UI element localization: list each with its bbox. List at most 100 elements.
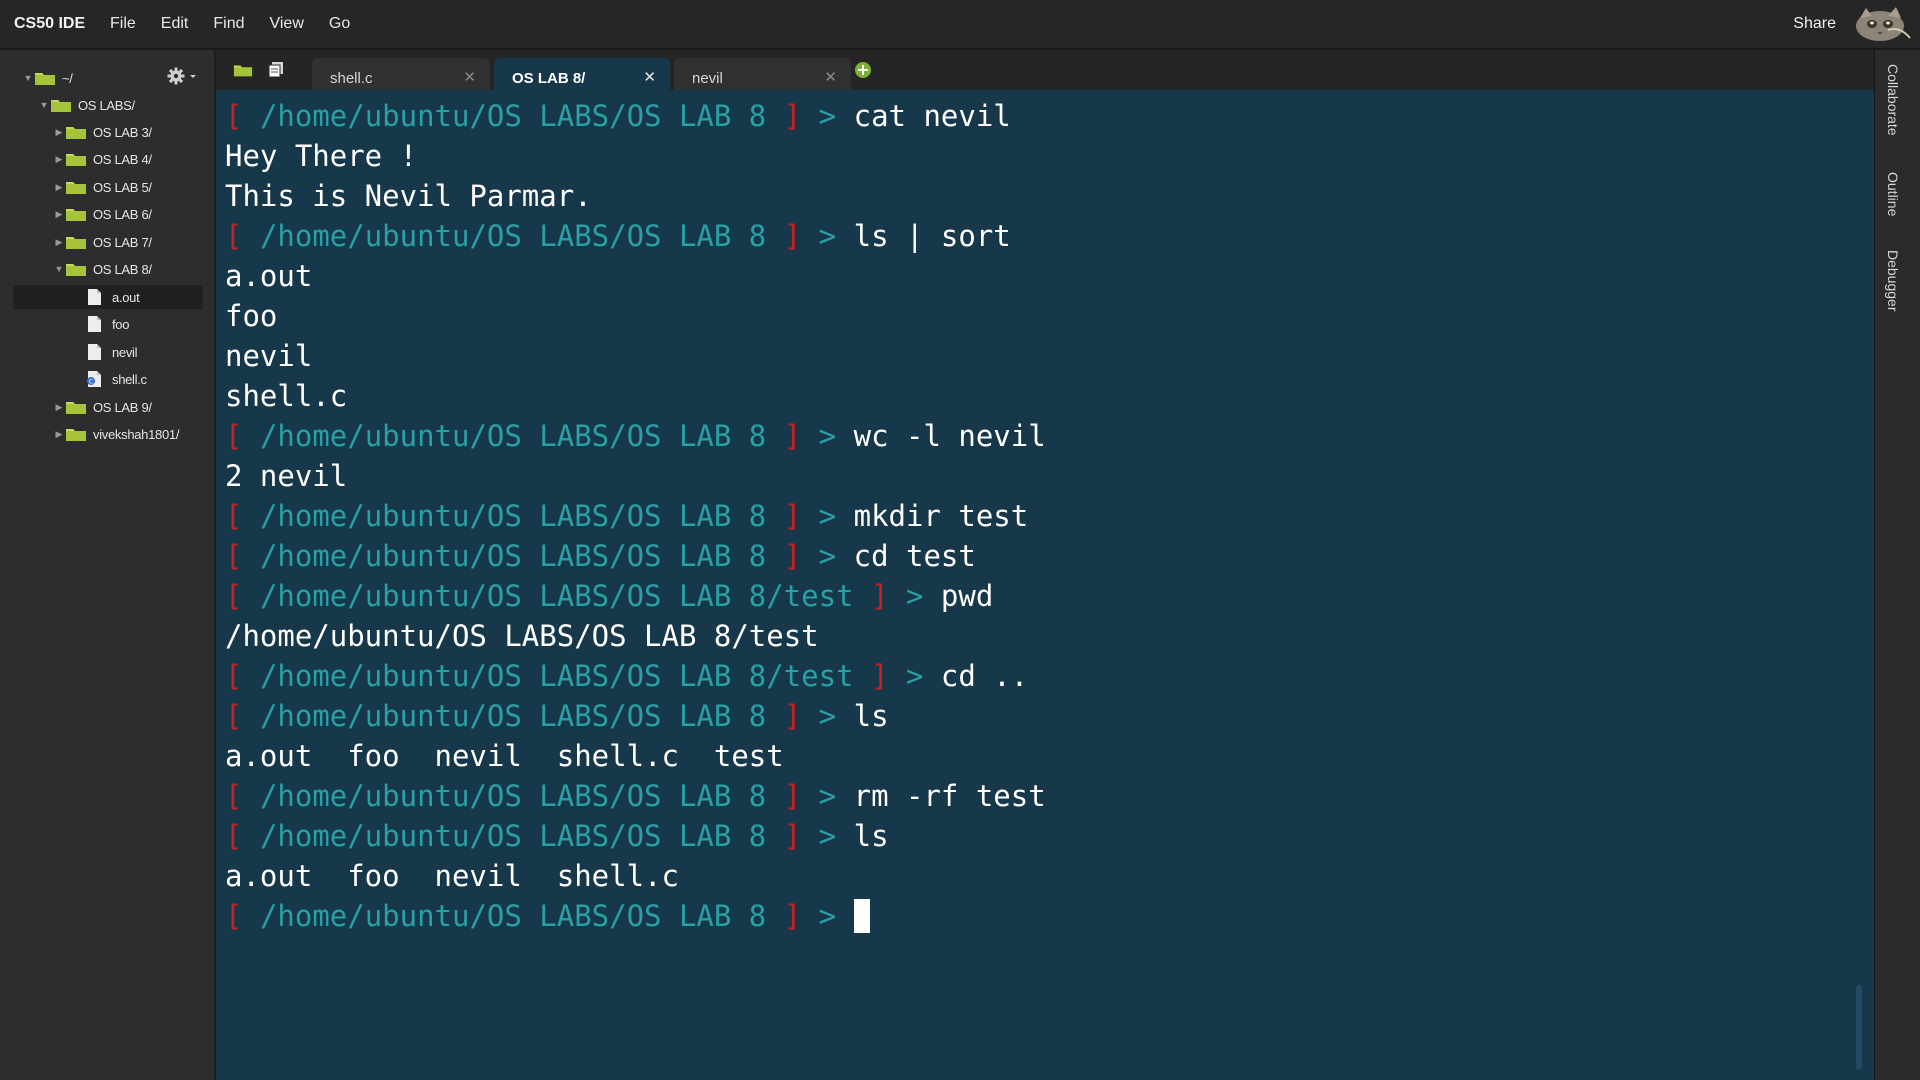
prompt-close-bracket: ] <box>783 99 802 133</box>
app-brand: CS50 IDE <box>14 15 86 32</box>
output-text: a.out foo nevil shell.c test <box>225 739 784 773</box>
prompt-path: /home/ubuntu/OS LABS/OS LAB 8 <box>259 779 767 813</box>
close-icon[interactable]: ✕ <box>463 68 476 86</box>
terminal-cursor[interactable] <box>853 899 870 933</box>
triangle-down-icon[interactable]: ▼ <box>38 100 50 110</box>
triangle-right-icon[interactable]: ▶ <box>53 237 65 248</box>
prompt-close-bracket: ] <box>871 659 889 693</box>
prompt-caret: > <box>818 899 837 933</box>
terminal-prompt-line: [ /home/ubuntu/OS LABS/OS LAB 8 ] > ls |… <box>225 216 1046 256</box>
triangle-right-icon[interactable]: ▶ <box>53 429 65 440</box>
menu-view[interactable]: View <box>269 15 303 33</box>
triangle-right-icon[interactable]: ▶ <box>53 209 65 220</box>
tree-item-label: OS LAB 3/ <box>93 124 152 140</box>
prompt-path: /home/ubuntu/OS LABS/OS LAB 8 <box>259 699 767 733</box>
folder-icon <box>66 237 86 249</box>
tree-item-label: a.out <box>112 289 140 305</box>
menu-list: File Edit Find View Go <box>110 15 375 33</box>
terminal-prompt-line: [ /home/ubuntu/OS LABS/OS LAB 8/test ] >… <box>225 656 1046 696</box>
terminal-prompt-line: [ /home/ubuntu/OS LABS/OS LAB 8 ] > cat … <box>225 96 1046 136</box>
tree-item-label: OS LAB 7/ <box>93 234 152 250</box>
prompt-close-bracket: ] <box>783 539 802 573</box>
output-text: shell.c <box>225 379 348 413</box>
file-icon <box>88 289 101 305</box>
prompt-caret: > <box>818 499 837 533</box>
tab-os-lab-8[interactable]: OS LAB 8/ ✕ <box>494 58 670 90</box>
folder-icon <box>66 429 86 441</box>
folder-icon <box>66 264 86 276</box>
avatar[interactable] <box>1848 4 1912 44</box>
terminal-output-line: foo <box>225 296 1046 336</box>
folder-icon <box>66 182 86 194</box>
tree-item-label: OS LAB 4/ <box>93 151 152 167</box>
prompt-path: /home/ubuntu/OS LABS/OS LAB 8 <box>259 819 767 853</box>
prompt-close-bracket: ] <box>783 219 802 253</box>
tree-item-label: OS LABS/ <box>78 97 135 113</box>
prompt-open-bracket: [ <box>225 779 243 813</box>
terminal-output-line: /home/ubuntu/OS LABS/OS LAB 8/test <box>225 616 1046 656</box>
menu-edit[interactable]: Edit <box>161 15 189 33</box>
terminal-prompt-line: [ /home/ubuntu/OS LABS/OS LAB 8 ] > cd t… <box>225 536 1046 576</box>
prompt-path: /home/ubuntu/OS LABS/OS LAB 8 <box>259 219 767 253</box>
triangle-right-icon[interactable]: ▶ <box>53 402 65 413</box>
command-text: cd .. <box>940 659 1029 693</box>
output-text: /home/ubuntu/OS LABS/OS LAB 8/test <box>225 619 819 653</box>
triangle-down-icon[interactable]: ▼ <box>53 264 65 274</box>
files-icon[interactable] <box>268 61 284 78</box>
tree-item-label: OS LAB 5/ <box>93 179 152 195</box>
tab-debugger[interactable]: Debugger <box>1885 250 1901 312</box>
tab-collaborate[interactable]: Collaborate <box>1885 64 1901 136</box>
command-text: wc -l nevil <box>853 419 1046 453</box>
triangle-right-icon[interactable]: ▶ <box>53 127 65 138</box>
output-text: foo <box>225 299 278 333</box>
terminal-prompt-line: [ /home/ubuntu/OS LABS/OS LAB 8 ] > rm -… <box>225 776 1046 816</box>
prompt-caret: > <box>905 579 924 613</box>
menu-file[interactable]: File <box>110 15 136 33</box>
tab-shell-c[interactable]: shell.c ✕ <box>312 58 490 90</box>
folder-icon <box>66 127 86 139</box>
folder-icon <box>66 402 86 414</box>
terminal-scrollbar[interactable] <box>1856 985 1862 1070</box>
command-text: ls | sort <box>853 219 1011 253</box>
tree-item-label: OS LAB 6/ <box>93 206 152 222</box>
prompt-close-bracket: ] <box>783 699 802 733</box>
terminal-output: [ /home/ubuntu/OS LABS/OS LAB 8 ] > cat … <box>225 96 1046 936</box>
terminal-prompt-line: [ /home/ubuntu/OS LABS/OS LAB 8/test ] >… <box>225 576 1046 616</box>
gear-icon[interactable] <box>166 66 200 86</box>
output-text: This is Nevil Parmar. <box>225 179 592 213</box>
terminal[interactable]: [ /home/ubuntu/OS LABS/OS LAB 8 ] > cat … <box>216 90 1874 1080</box>
tab-outline[interactable]: Outline <box>1885 172 1901 216</box>
folder-icon[interactable] <box>233 62 253 78</box>
prompt-path: /home/ubuntu/OS LABS/OS LAB 8 <box>259 99 767 133</box>
terminal-output-line: nevil <box>225 336 1046 376</box>
right-panel-rail: Collaborate Outline Debugger <box>1874 50 1920 1080</box>
tree-item-label: OS LAB 8/ <box>93 261 152 277</box>
tree-file-a-out[interactable]: a.out <box>13 285 203 309</box>
command-text: ls <box>853 819 889 853</box>
prompt-caret: > <box>818 419 837 453</box>
command-text: cat nevil <box>853 99 1011 133</box>
prompt-open-bracket: [ <box>225 579 243 613</box>
file-icon <box>88 344 101 360</box>
triangle-right-icon[interactable]: ▶ <box>53 182 65 193</box>
tab-label: OS LAB 8/ <box>512 70 586 87</box>
prompt-caret: > <box>818 99 837 133</box>
tab-nevil[interactable]: nevil ✕ <box>674 58 851 90</box>
terminal-prompt-line: [ /home/ubuntu/OS LABS/OS LAB 8 ] > wc -… <box>225 416 1046 456</box>
folder-icon <box>51 100 71 112</box>
terminal-output-line: a.out foo nevil shell.c test <box>225 736 1046 776</box>
menu-find[interactable]: Find <box>213 15 244 33</box>
terminal-output-line: a.out foo nevil shell.c <box>225 856 1046 896</box>
tree-root[interactable]: ▼ ~/ <box>22 66 232 90</box>
menu-go[interactable]: Go <box>329 15 350 33</box>
triangle-right-icon[interactable]: ▶ <box>53 154 65 165</box>
plus-icon[interactable] <box>854 61 872 79</box>
prompt-caret: > <box>818 219 837 253</box>
close-icon[interactable]: ✕ <box>824 68 837 86</box>
tree-item-label: shell.c <box>112 371 147 387</box>
prompt-close-bracket: ] <box>783 499 802 533</box>
close-icon[interactable]: ✕ <box>643 68 656 86</box>
share-button[interactable]: Share <box>1793 15 1836 33</box>
output-text: 2 nevil <box>225 459 348 493</box>
triangle-down-icon[interactable]: ▼ <box>22 73 34 83</box>
